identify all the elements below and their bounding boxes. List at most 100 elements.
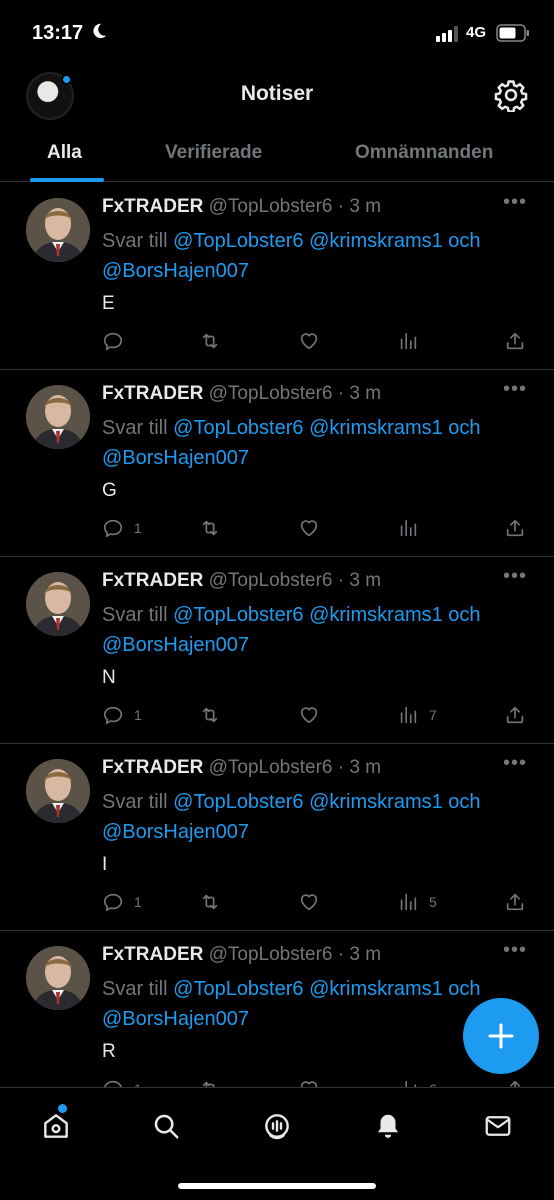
plus-icon	[488, 1023, 514, 1049]
views-button[interactable]	[397, 516, 429, 540]
share-icon	[506, 893, 524, 911]
retweet-button[interactable]	[199, 890, 221, 914]
tweet-time: · 3 m	[337, 757, 382, 778]
tweet-avatar[interactable]	[26, 198, 90, 262]
share-button[interactable]	[504, 703, 526, 727]
share-button[interactable]	[504, 516, 526, 540]
compose-button[interactable]	[463, 998, 539, 1074]
views-button[interactable]: 6	[397, 1077, 437, 1087]
status-bar: 13:17 4G	[0, 0, 554, 66]
retweet-button[interactable]	[199, 516, 221, 540]
mention-link[interactable]: @TopLobster6	[173, 230, 303, 252]
views-button[interactable]	[397, 329, 429, 353]
tweet-avatar[interactable]	[26, 946, 90, 1010]
mention-link[interactable]: @krimskrams1	[309, 604, 443, 626]
tweet-time: · 3 m	[337, 383, 382, 404]
author-name[interactable]: FxTRADER	[102, 757, 203, 778]
reply-icon	[103, 332, 123, 351]
mention-link[interactable]: @BorsHajen007	[102, 634, 249, 656]
like-button[interactable]	[298, 1077, 320, 1087]
retweet-icon	[202, 707, 218, 723]
mention-link[interactable]: @krimskrams1	[309, 417, 443, 439]
mention-link[interactable]: @BorsHajen007	[102, 447, 249, 469]
share-icon	[510, 1080, 520, 1087]
tweet[interactable]: FxTRADER @TopLobster6 · 3 m ••• Svar til…	[0, 183, 554, 370]
mention-link[interactable]: @BorsHajen007	[102, 1008, 249, 1030]
nav-search[interactable]	[146, 1106, 186, 1146]
tab-omnamnanden[interactable]: Omnämnanden	[355, 142, 493, 164]
like-button[interactable]	[298, 516, 320, 540]
like-button[interactable]	[298, 890, 320, 914]
author-name[interactable]: FxTRADER	[102, 944, 203, 965]
heart-icon	[300, 707, 318, 724]
author-name[interactable]: FxTRADER	[102, 383, 203, 404]
reply-context: Svar till @TopLobster6 @krimskrams1 och …	[102, 974, 522, 1034]
tweet[interactable]: FxTRADER @TopLobster6 · 3 m ••• Svar til…	[0, 370, 554, 557]
nav-spaces[interactable]	[257, 1106, 297, 1146]
author-handle[interactable]: @TopLobster6	[209, 570, 333, 591]
tab-verifierade[interactable]: Verifierade	[165, 142, 262, 164]
mention-link[interactable]: @TopLobster6	[173, 417, 303, 439]
bell-icon	[378, 1114, 398, 1138]
retweet-button[interactable]	[199, 703, 221, 727]
share-button[interactable]	[504, 890, 526, 914]
like-button[interactable]	[298, 703, 320, 727]
signal-icon	[436, 26, 458, 42]
more-options-icon[interactable]: •••	[503, 753, 527, 773]
tweet-avatar[interactable]	[26, 759, 90, 823]
views-button[interactable]: 5	[397, 890, 437, 914]
reply-button[interactable]: 1	[102, 703, 142, 727]
more-options-icon[interactable]: •••	[503, 940, 527, 960]
share-icon	[506, 519, 524, 537]
notification-feed[interactable]: FxTRADER @TopLobster6 · 3 m ••• Svar til…	[0, 183, 554, 1087]
views-button[interactable]: 7	[397, 703, 437, 727]
more-options-icon[interactable]: •••	[503, 192, 527, 212]
author-handle[interactable]: @TopLobster6	[209, 944, 333, 965]
mention-link[interactable]: @krimskrams1	[309, 978, 443, 1000]
moon-icon	[93, 23, 107, 39]
gear-icon[interactable]	[494, 78, 528, 112]
share-icon	[506, 706, 524, 724]
nav-notifications[interactable]	[368, 1106, 408, 1146]
author-handle[interactable]: @TopLobster6	[209, 757, 333, 778]
mention-link[interactable]: @krimskrams1	[309, 791, 443, 813]
tweet-text: R	[102, 1041, 116, 1062]
reply-icon	[103, 519, 123, 538]
reply-button[interactable]	[102, 329, 134, 353]
tweet-avatar[interactable]	[26, 572, 90, 636]
tweet[interactable]: FxTRADER @TopLobster6 · 3 m ••• Svar til…	[0, 931, 554, 1087]
author-handle[interactable]: @TopLobster6	[209, 196, 333, 217]
mention-link[interactable]: @TopLobster6	[173, 604, 303, 626]
reply-count: 1	[134, 894, 142, 910]
tweet-avatar[interactable]	[26, 385, 90, 449]
mention-link[interactable]: @TopLobster6	[173, 791, 303, 813]
reply-button[interactable]: 1	[102, 890, 142, 914]
tweet[interactable]: FxTRADER @TopLobster6 · 3 m ••• Svar til…	[0, 557, 554, 744]
reply-context: Svar till @TopLobster6 @krimskrams1 och …	[102, 413, 522, 473]
author-name[interactable]: FxTRADER	[102, 570, 203, 591]
like-button[interactable]	[298, 329, 320, 353]
retweet-button[interactable]	[199, 329, 221, 353]
mention-link[interactable]: @TopLobster6	[173, 978, 303, 1000]
tweet-actions: 1 6	[102, 1077, 532, 1087]
home-indicator	[178, 1183, 376, 1189]
tweet[interactable]: FxTRADER @TopLobster6 · 3 m ••• Svar til…	[0, 744, 554, 931]
more-options-icon[interactable]: •••	[503, 566, 527, 586]
network-label: 4G	[466, 24, 487, 41]
home-notification-dot	[58, 1104, 67, 1113]
tab-alla[interactable]: Alla	[47, 142, 82, 164]
nav-messages[interactable]	[478, 1106, 518, 1146]
mention-link[interactable]: @BorsHajen007	[102, 260, 249, 282]
more-options-icon[interactable]: •••	[503, 379, 527, 399]
reply-button[interactable]: 1	[102, 516, 142, 540]
share-button[interactable]	[504, 329, 526, 353]
author-name[interactable]: FxTRADER	[102, 196, 203, 217]
author-handle[interactable]: @TopLobster6	[209, 383, 333, 404]
mention-link[interactable]: @BorsHajen007	[102, 821, 249, 843]
share-button[interactable]	[504, 1077, 526, 1087]
nav-home[interactable]	[36, 1106, 76, 1146]
mention-link[interactable]: @krimskrams1	[309, 230, 443, 252]
reply-button[interactable]: 1	[102, 1077, 142, 1087]
retweet-button[interactable]	[199, 1077, 221, 1087]
reply-prefix: Svar till	[102, 230, 168, 252]
